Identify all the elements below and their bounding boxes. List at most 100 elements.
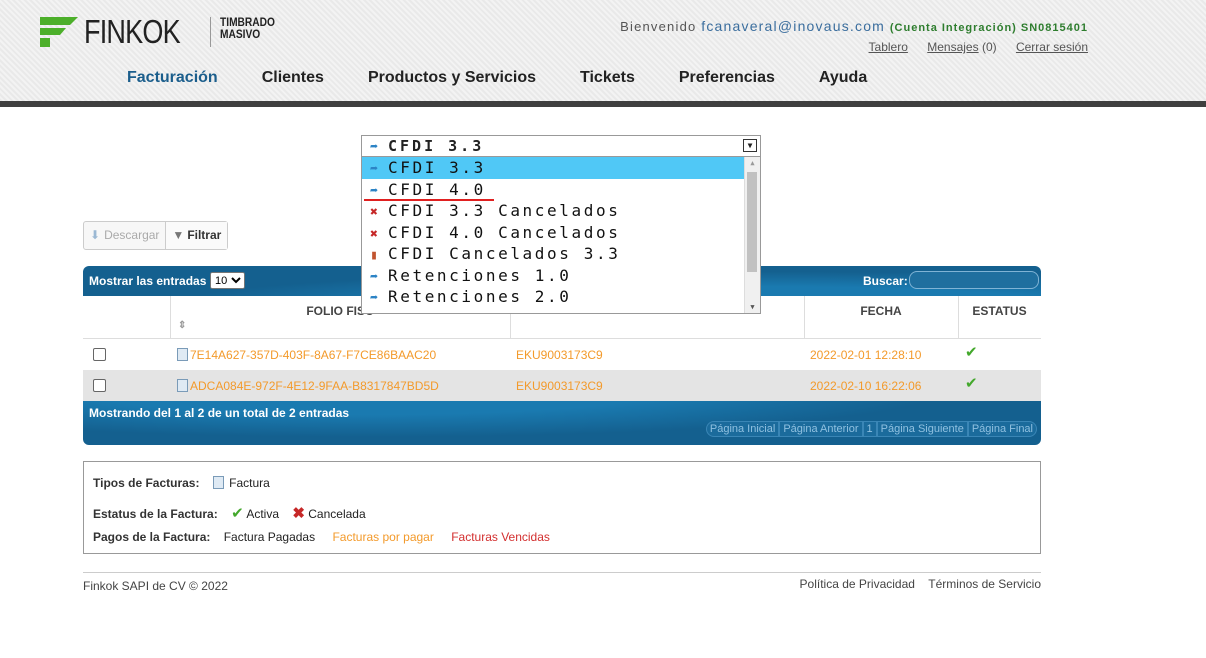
column-estatus-label: ESTATUS [972,304,1027,318]
filter-icon: ▼ [172,228,185,242]
welcome-text: Bienvenido fcanaveral@inovaus.com (Cuent… [620,18,1088,34]
rfc-cell: EKU9003173C9 [516,348,603,362]
legend-type-factura: Factura [229,476,270,490]
option-cfdi-cancelados-33[interactable]: ▮ CFDI Cancelados 3.3 [362,243,760,265]
download-label: Descargar [104,228,160,242]
dashboard-link[interactable]: Tablero [869,40,908,54]
nav-productos-servicios[interactable]: Productos y Servicios [368,69,536,87]
legend-types-label: Tipos de Facturas: [93,476,200,490]
search-input[interactable] [909,271,1039,289]
nav-clientes[interactable]: Clientes [262,69,324,87]
legend-types: Tipos de Facturas: Factura [93,476,270,490]
finkok-logo-icon [40,17,78,47]
legend-status-active: Activa [246,507,279,521]
option-label: Retenciones 1.0 [388,265,572,285]
option-cfdi-40-cancelados[interactable]: ✖ CFDI 4.0 Cancelados [362,222,760,244]
dropdown-selected[interactable]: ➦ CFDI 3.3 ▼ [361,135,761,157]
messages-count: (0) [981,40,997,54]
option-cfdi-33[interactable]: ➦ CFDI 3.3 [362,157,760,179]
logo-subtitle: TIMBRADO MASIVO [220,16,275,40]
folio-cell[interactable]: 7E14A627-357D-403F-8A67-F7CE86BAAC20 [177,348,436,362]
header: FINKOK TIMBRADO MASIVO Bienvenido fcanav… [0,0,1206,104]
folio-link[interactable]: ADCA084E-972F-4E12-9FAA-B8317847BD5D [190,379,439,393]
chevron-down-icon[interactable]: ▼ [743,139,757,152]
row-checkbox[interactable] [93,379,106,392]
page-number-button[interactable]: 1 [862,421,877,437]
dropdown-scrollbar[interactable]: ▲ ▼ [744,157,760,313]
share-icon: ➦ [370,140,378,155]
option-label: CFDI 3.3 Cancelados [388,201,621,220]
x-icon: ✖ [370,205,378,220]
option-label: CFDI 4.0 [388,179,486,199]
privacy-link[interactable]: Política de Privacidad [800,577,915,591]
scroll-up-icon[interactable]: ▲ [745,159,760,167]
sort-icon[interactable]: ⇕ [178,320,186,331]
date-cell: 2022-02-10 16:22:06 [810,379,922,393]
header-divider [0,101,1206,107]
folio-link[interactable]: 7E14A627-357D-403F-8A67-F7CE86BAAC20 [190,348,436,362]
filter-button[interactable]: ▼ Filtrar [165,222,228,249]
column-estatus[interactable]: ESTATUS [958,296,1041,338]
scroll-thumb[interactable] [747,172,757,272]
pagination: Página Inicial Página Anterior 1 Página … [705,421,1037,437]
footer-copyright: Finkok SAPI de CV © 2022 [83,579,228,593]
legend-status: Estatus de la Factura: ✔ Activa ✖ Cancel… [93,504,366,522]
footer-divider [83,572,1041,573]
legend-status-cancelled: Cancelada [308,507,366,521]
invoice-icon [212,476,224,489]
messages-link[interactable]: Mensajes [927,40,978,54]
legend-status-label: Estatus de la Factura: [93,507,218,521]
footer-links: Política de Privacidad Términos de Servi… [790,577,1041,591]
share-icon: ➦ [370,162,378,177]
share-icon: ➦ [370,269,378,285]
logo[interactable]: FINKOK TIMBRADO MASIVO [40,12,275,52]
toolbar: ⬇ Descargar ▼ Filtrar [83,221,229,250]
scroll-down-icon[interactable]: ▼ [745,303,760,311]
logout-link[interactable]: Cerrar sesión [1016,40,1088,54]
logo-text: FINKOK [84,13,181,50]
column-fecha-label: FECHA [860,304,902,318]
prev-page-button[interactable]: Página Anterior [779,421,863,437]
entries-info: Mostrando del 1 al 2 de un total de 2 en… [89,406,350,420]
nav-tickets[interactable]: Tickets [580,69,635,87]
table-row[interactable]: 7E14A627-357D-403F-8A67-F7CE86BAAC20 EKU… [83,339,1041,370]
show-entries-label: Mostrar las entradas [89,274,207,288]
option-cfdi-33-cancelados[interactable]: ✖ CFDI 3.3 Cancelados [362,200,760,222]
x-icon: ✖ [370,226,378,242]
terms-link[interactable]: Términos de Servicio [928,577,1041,591]
column-fecha[interactable]: FECHA [804,296,959,338]
nav-facturacion[interactable]: Facturación [127,69,218,87]
x-icon: ✖ [292,505,305,522]
legend-overdue: Facturas Vencidas [451,530,550,544]
top-links: Tablero Mensajes (0) Cerrar sesión [853,40,1088,54]
invoice-icon [177,379,188,392]
last-page-button[interactable]: Página Final [967,421,1037,437]
next-page-button[interactable]: Página Siguiente [876,421,968,437]
dropdown-selected-label: CFDI 3.3 [388,137,485,155]
page-size-select[interactable]: 10 [210,272,245,289]
annotation-underline [364,199,494,201]
row-checkbox[interactable] [93,348,106,361]
search-label: Buscar: [863,274,908,288]
option-retenciones-20[interactable]: ➦ Retenciones 2.0 [362,286,760,308]
cfdi-type-dropdown[interactable]: ➦ CFDI 3.3 ▼ ➦ CFDI 3.3 ➦ CFDI 4.0 ✖ CFDI 3.… [361,135,761,314]
folio-cell[interactable]: ADCA084E-972F-4E12-9FAA-B8317847BD5D [177,379,439,393]
option-label: Retenciones 2.0 [388,287,572,306]
option-cfdi-40[interactable]: ➦ CFDI 4.0 [362,179,760,201]
nav-preferencias[interactable]: Preferencias [679,69,775,87]
filter-label: Filtrar [187,228,222,242]
logo-subtitle-line-2: MASIVO [220,27,261,41]
legend-paid: Factura Pagadas [223,530,316,544]
first-page-button[interactable]: Página Inicial [705,421,780,437]
grid-footer-bar: Mostrando del 1 al 2 de un total de 2 en… [83,401,1041,445]
legend-payments: Pagos de la Factura: Factura Pagadas Fac… [93,530,550,544]
dropdown-list: ➦ CFDI 3.3 ➦ CFDI 4.0 ✖ CFDI 3.3 Cancelados… [361,157,761,314]
table-row[interactable]: ADCA084E-972F-4E12-9FAA-B8317847BD5D EKU… [83,370,1041,401]
legend-pending: Facturas por pagar [332,530,434,544]
download-button[interactable]: ⬇ Descargar [84,222,165,249]
download-icon: ⬇ [90,228,101,242]
legend-payments-label: Pagos de la Factura: [93,530,211,544]
option-retenciones-10[interactable]: ➦ Retenciones 1.0 [362,265,760,287]
nav-ayuda[interactable]: Ayuda [819,69,867,87]
date-cell: 2022-02-01 12:28:10 [810,348,922,362]
